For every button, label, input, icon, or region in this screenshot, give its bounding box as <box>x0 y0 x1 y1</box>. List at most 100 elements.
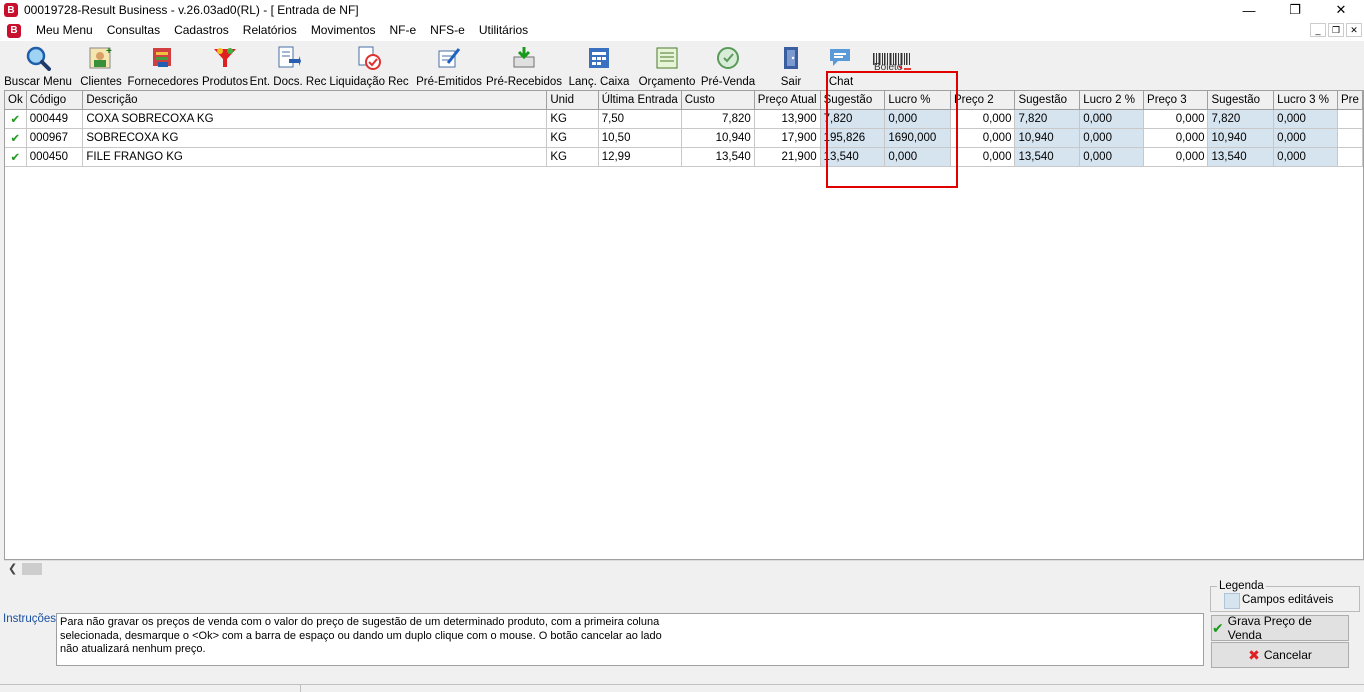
cell-preco-3: 0,000 <box>1143 109 1209 129</box>
horizontal-scrollbar[interactable]: ❮ <box>4 560 1364 576</box>
instructions-line: Para não gravar os preços de venda com o… <box>60 616 660 628</box>
cell-sugestao[interactable]: 13,540 <box>820 147 886 167</box>
boleto-button[interactable]: Boleto <box>870 41 914 90</box>
close-button[interactable]: ✕ <box>1318 0 1364 20</box>
ent-docs-rec-button[interactable]: Ent. Docs. Rec <box>250 41 326 90</box>
pre-recebidos-button[interactable]: Pré-Recebidos <box>486 41 562 90</box>
cell-sugestao[interactable]: 195,826 <box>820 128 886 148</box>
col-header-ultima-entrada[interactable]: Última Entrada <box>598 91 682 110</box>
cell-sugestao-2[interactable]: 10,940 <box>1014 128 1081 148</box>
menu-meu-menu[interactable]: Meu Menu <box>29 20 100 41</box>
table-row[interactable]: ✔ 000967 SOBRECOXA KG KG 10,50 10,940 17… <box>5 128 1363 148</box>
table-row[interactable]: ✔ 000450 FILE FRANGO KG KG 12,99 13,540 … <box>5 147 1363 167</box>
pre-issued-icon <box>436 45 462 71</box>
ok-check-icon[interactable]: ✔ <box>5 128 27 148</box>
cell-unid: KG <box>546 128 599 148</box>
magnifier-icon <box>25 45 51 71</box>
col-header-preco-2[interactable]: Preço 2 <box>950 91 1016 110</box>
cell-lucro[interactable]: 1690,000 <box>884 128 952 148</box>
ok-check-icon[interactable]: ✔ <box>5 109 27 129</box>
ok-check-icon[interactable]: ✔ <box>5 147 27 167</box>
cell-lucro-3[interactable]: 0,000 <box>1273 147 1339 167</box>
menu-cadastros[interactable]: Cadastros <box>167 20 236 41</box>
lanc-caixa-button[interactable]: Lanç. Caixa <box>569 41 629 90</box>
produtos-button[interactable]: Produtos <box>202 41 248 90</box>
cell-sugestao-3[interactable]: 10,940 <box>1207 128 1275 148</box>
cell-ultima-entrada: 7,50 <box>598 109 682 129</box>
mdi-close-button[interactable]: ✕ <box>1346 23 1362 37</box>
menu-nfse[interactable]: NFS-e <box>423 20 472 41</box>
col-header-unid[interactable]: Unid <box>546 91 599 110</box>
products-grid[interactable]: Ok Código Descrição Unid Última Entrada … <box>4 90 1364 560</box>
cell-custo: 13,540 <box>681 147 755 167</box>
minimize-button[interactable]: — <box>1226 0 1272 20</box>
mdi-minimize-button[interactable]: _ <box>1310 23 1326 37</box>
cell-lucro-2[interactable]: 0,000 <box>1079 147 1145 167</box>
suppliers-icon <box>150 45 176 71</box>
window-title: 00019728-Result Business - v.26.03ad0(RL… <box>24 3 359 17</box>
cell-preco-2: 0,000 <box>950 128 1016 148</box>
cell-lucro-2[interactable]: 0,000 <box>1079 128 1145 148</box>
cell-lucro[interactable]: 0,000 <box>884 109 952 129</box>
status-separator <box>300 685 301 692</box>
menu-bar: B Meu Menu Consultas Cadastros Relatório… <box>0 20 1364 41</box>
scroll-thumb[interactable] <box>22 563 42 575</box>
buscar-menu-button[interactable]: Buscar Menu <box>4 41 72 90</box>
col-header-sugestao[interactable]: Sugestão <box>820 91 886 110</box>
col-header-sugestao-2[interactable]: Sugestão <box>1014 91 1081 110</box>
col-header-sugestao-3[interactable]: Sugestão <box>1207 91 1275 110</box>
col-header-preco-3[interactable]: Preço 3 <box>1143 91 1209 110</box>
maximize-button[interactable]: ❐ <box>1272 0 1318 20</box>
docs-entry-icon <box>275 45 301 71</box>
col-header-preco-atual[interactable]: Preço Atual <box>754 91 821 110</box>
col-header-custo[interactable]: Custo <box>681 91 755 110</box>
pre-emitidos-button[interactable]: Pré-Emitidos <box>416 41 482 90</box>
mdi-restore-button[interactable]: ❐ <box>1328 23 1344 37</box>
cell-descricao: COXA SOBRECOXA KG <box>82 109 548 129</box>
editable-swatch <box>1224 593 1240 609</box>
liquidation-icon <box>356 45 382 71</box>
cell-custo: 7,820 <box>681 109 755 129</box>
cash-entry-icon <box>586 45 612 71</box>
cell-lucro-3[interactable]: 0,000 <box>1273 128 1339 148</box>
col-header-lucro[interactable]: Lucro % <box>884 91 952 110</box>
col-header-lucro-2[interactable]: Lucro 2 % <box>1079 91 1145 110</box>
menu-movimentos[interactable]: Movimentos <box>304 20 383 41</box>
col-header-codigo[interactable]: Código <box>26 91 84 110</box>
fornecedores-button[interactable]: Fornecedores <box>128 41 198 90</box>
cell-sugestao[interactable]: 7,820 <box>820 109 886 129</box>
legend-title: Legenda <box>1217 580 1266 592</box>
orcamento-button[interactable]: Orçamento <box>639 41 695 90</box>
cell-custo: 10,940 <box>681 128 755 148</box>
liquidacao-rec-button[interactable]: Liquidação Rec <box>329 41 409 90</box>
chat-button[interactable]: Chat <box>826 41 856 90</box>
sair-button[interactable]: Sair <box>776 41 806 90</box>
col-header-lucro-3[interactable]: Lucro 3 % <box>1273 91 1339 110</box>
instructions-box: Para não gravar os preços de venda com o… <box>56 613 1204 666</box>
menu-utilitarios[interactable]: Utilitários <box>472 20 535 41</box>
col-header-descricao[interactable]: Descrição <box>82 91 548 110</box>
table-row[interactable]: ✔ 000449 COXA SOBRECOXA KG KG 7,50 7,820… <box>5 109 1363 129</box>
cell-sugestao-3[interactable]: 7,820 <box>1207 109 1275 129</box>
instructions-label: Instruções: <box>3 613 60 625</box>
clientes-button[interactable]: + Clientes <box>80 41 122 90</box>
cell-lucro-3[interactable]: 0,000 <box>1273 109 1339 129</box>
cell-lucro-2[interactable]: 0,000 <box>1079 109 1145 129</box>
budget-icon <box>654 45 680 71</box>
cancelar-button[interactable]: ✖ Cancelar <box>1211 642 1349 668</box>
cell-sugestao-2[interactable]: 7,820 <box>1014 109 1081 129</box>
grava-preco-button[interactable]: ✔ Grava Preço de Venda <box>1211 614 1349 642</box>
menu-consultas[interactable]: Consultas <box>100 20 167 41</box>
cell-preco-2: 0,000 <box>950 147 1016 167</box>
cell-sugestao-2[interactable]: 13,540 <box>1014 147 1081 167</box>
cell-lucro[interactable]: 0,000 <box>884 147 952 167</box>
scroll-left-icon[interactable]: ❮ <box>8 562 17 575</box>
cancelar-label: Cancelar <box>1263 648 1312 662</box>
pre-venda-button[interactable]: Pré-Venda <box>701 41 755 90</box>
col-header-preco-4[interactable]: Pre <box>1337 91 1363 110</box>
menu-relatorios[interactable]: Relatórios <box>236 20 304 41</box>
menu-nfe[interactable]: NF-e <box>383 20 424 41</box>
cell-sugestao-3[interactable]: 13,540 <box>1207 147 1275 167</box>
app-logo-icon: B <box>7 23 21 38</box>
col-header-ok[interactable]: Ok <box>5 91 27 110</box>
